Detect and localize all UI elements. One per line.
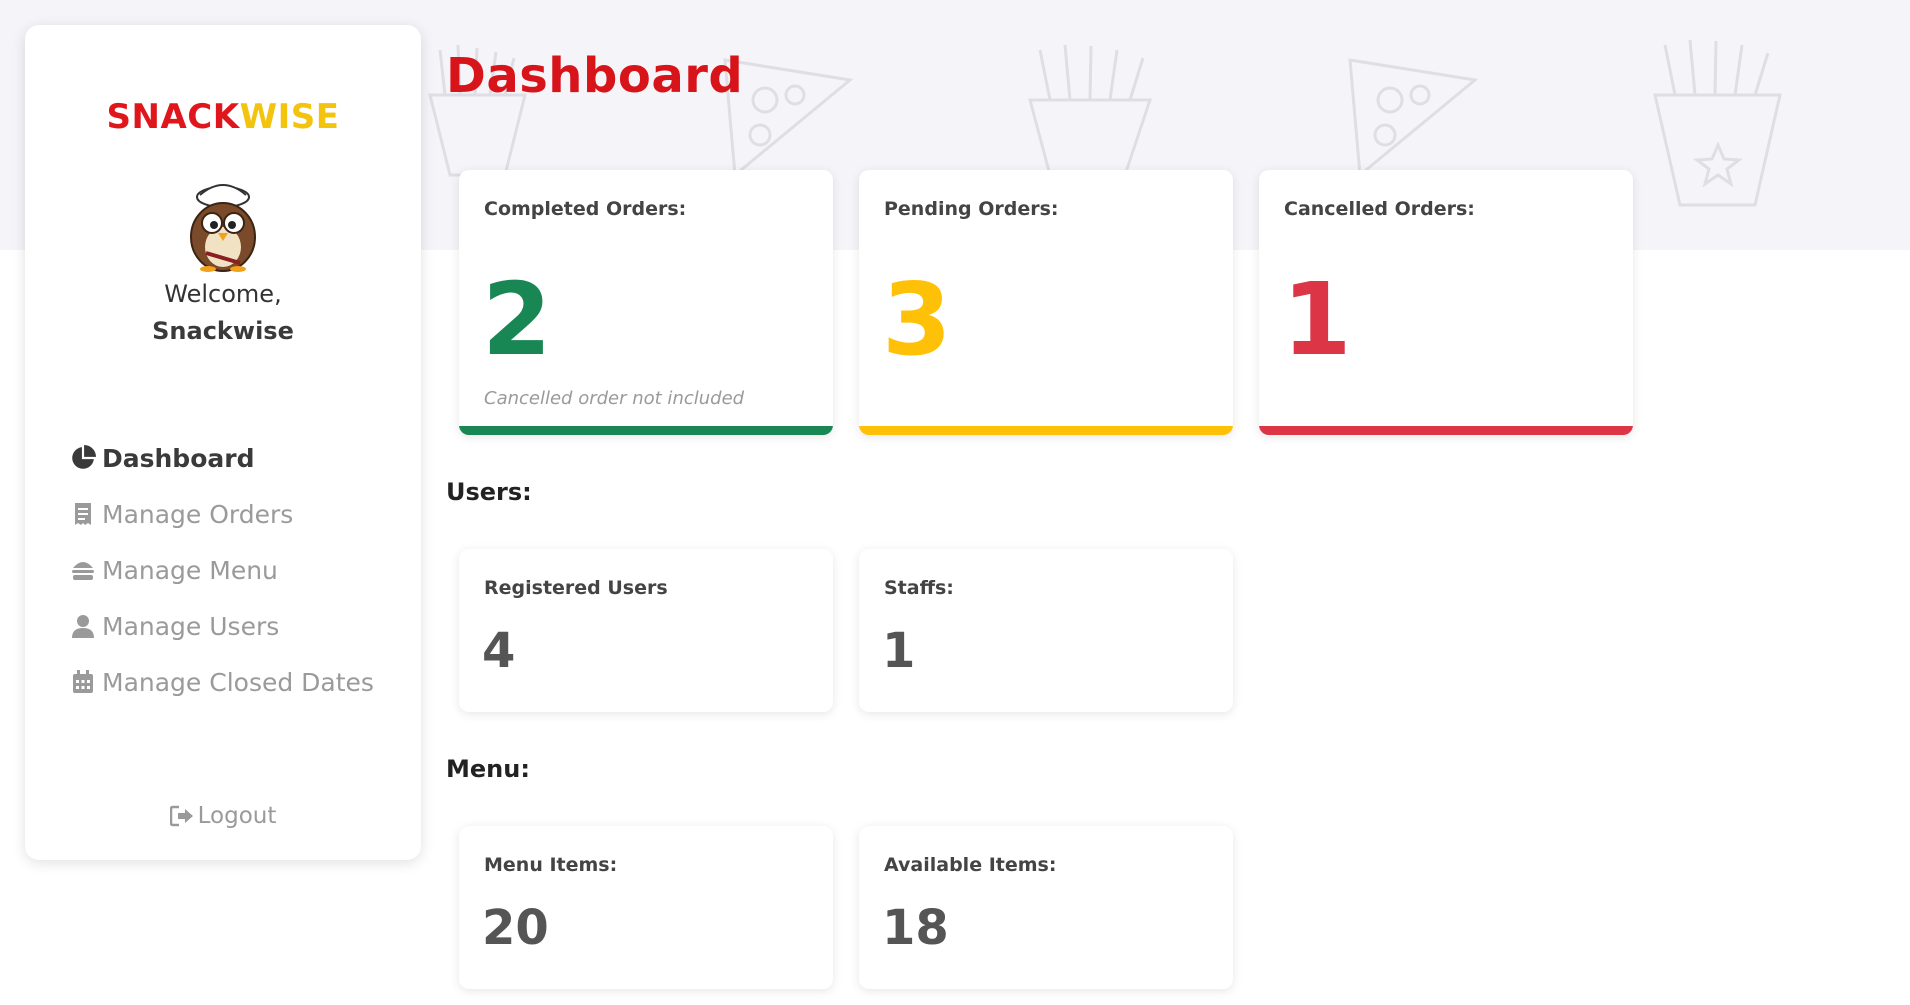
nav-item-label: Manage Orders bbox=[102, 499, 294, 529]
menu-items-value: 20 bbox=[482, 900, 549, 956]
card-accent-bar bbox=[859, 426, 1233, 435]
sidebar: SNACKWISE Welcome, Snackwise Dashboard M… bbox=[25, 25, 421, 860]
card-note: Cancelled order not included bbox=[484, 388, 745, 409]
sidebar-nav: Dashboard Manage Orders Manage Menu Mana… bbox=[70, 430, 374, 710]
user-icon bbox=[70, 613, 96, 639]
cancelled-orders-value: 1 bbox=[1282, 261, 1352, 378]
nav-item-manage-users[interactable]: Manage Users bbox=[70, 598, 374, 654]
available-items-value: 18 bbox=[882, 900, 949, 956]
fries-doodle-icon bbox=[1028, 44, 1153, 177]
completed-orders-value: 2 bbox=[482, 261, 552, 378]
fries-star-doodle-icon bbox=[1653, 39, 1782, 207]
cancelled-orders-card: Cancelled Orders: 1 bbox=[1259, 170, 1633, 435]
logout-button[interactable]: Logout bbox=[25, 803, 421, 829]
owl-chef-avatar bbox=[190, 184, 256, 272]
card-label: Completed Orders: bbox=[484, 198, 687, 220]
pie-chart-icon bbox=[70, 445, 96, 471]
staffs-value: 1 bbox=[882, 623, 916, 679]
pending-orders-value: 3 bbox=[882, 261, 952, 378]
pizza-doodle-icon bbox=[1348, 58, 1479, 178]
username: Snackwise bbox=[152, 317, 294, 345]
nav-item-dashboard[interactable]: Dashboard bbox=[70, 430, 374, 486]
nav-item-manage-menu[interactable]: Manage Menu bbox=[70, 542, 374, 598]
nav-item-manage-closed-dates[interactable]: Manage Closed Dates bbox=[70, 654, 374, 710]
page-title: Dashboard bbox=[446, 48, 744, 104]
completed-orders-card: Completed Orders: 2 Cancelled order not … bbox=[459, 170, 833, 435]
card-label: Pending Orders: bbox=[884, 198, 1059, 220]
nav-item-label: Manage Users bbox=[102, 611, 280, 641]
receipt-icon bbox=[70, 501, 96, 527]
menu-section-title: Menu: bbox=[446, 755, 530, 783]
card-label: Staffs: bbox=[884, 577, 954, 599]
brand-logo-part2: WISE bbox=[239, 97, 340, 137]
welcome-text: Welcome, bbox=[164, 280, 282, 308]
nav-item-label: Dashboard bbox=[102, 443, 255, 473]
pending-orders-card: Pending Orders: 3 bbox=[859, 170, 1233, 435]
card-accent-bar bbox=[1259, 426, 1633, 435]
card-label: Menu Items: bbox=[484, 854, 618, 876]
logout-label: Logout bbox=[197, 803, 277, 829]
logout-icon bbox=[169, 805, 194, 827]
burger-icon bbox=[70, 557, 96, 583]
brand-logo[interactable]: SNACKWISE bbox=[25, 97, 421, 137]
brand-logo-part1: SNACK bbox=[106, 97, 240, 137]
card-label: Registered Users bbox=[484, 577, 668, 599]
menu-items-card: Menu Items: 20 bbox=[459, 826, 833, 989]
available-items-card: Available Items: 18 bbox=[859, 826, 1233, 989]
registered-users-value: 4 bbox=[482, 623, 516, 679]
nav-item-label: Manage Closed Dates bbox=[102, 667, 374, 697]
nav-item-label: Manage Menu bbox=[102, 555, 278, 585]
calendar-icon bbox=[70, 669, 96, 695]
staffs-card: Staffs: 1 bbox=[859, 549, 1233, 712]
card-label: Available Items: bbox=[884, 854, 1057, 876]
card-accent-bar bbox=[459, 426, 833, 435]
users-section-title: Users: bbox=[446, 478, 532, 506]
card-label: Cancelled Orders: bbox=[1284, 198, 1475, 220]
nav-item-manage-orders[interactable]: Manage Orders bbox=[70, 486, 374, 542]
registered-users-card: Registered Users 4 bbox=[459, 549, 833, 712]
